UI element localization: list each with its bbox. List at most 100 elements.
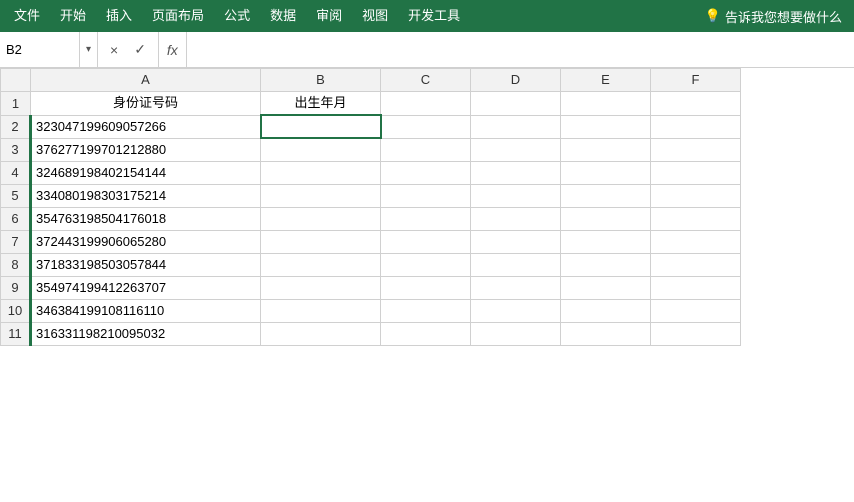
cell-c2[interactable] [381, 115, 471, 138]
cell-e7[interactable] [561, 230, 651, 253]
row-header-4[interactable]: 4 [1, 161, 31, 184]
cell-f6[interactable] [651, 207, 741, 230]
row-header-3[interactable]: 3 [1, 138, 31, 161]
menu-file[interactable]: 文件 [4, 0, 50, 32]
cell-a10[interactable]: 346384199108116110 [31, 299, 261, 322]
cell-d8[interactable] [471, 253, 561, 276]
menu-data[interactable]: 数据 [260, 0, 306, 32]
col-header-b[interactable]: B [261, 69, 381, 92]
cell-c7[interactable] [381, 230, 471, 253]
cell-d3[interactable] [471, 138, 561, 161]
cell-a6[interactable]: 354763198504176018 [31, 207, 261, 230]
cell-d1[interactable] [471, 92, 561, 116]
cell-a9[interactable]: 354974199412263707 [31, 276, 261, 299]
cell-c3[interactable] [381, 138, 471, 161]
cell-c9[interactable] [381, 276, 471, 299]
cell-d7[interactable] [471, 230, 561, 253]
cell-e3[interactable] [561, 138, 651, 161]
cell-a5[interactable]: 334080198303175214 [31, 184, 261, 207]
cell-e6[interactable] [561, 207, 651, 230]
col-header-c[interactable]: C [381, 69, 471, 92]
menu-review[interactable]: 审阅 [306, 0, 352, 32]
row-header-5[interactable]: 5 [1, 184, 31, 207]
row-header-2[interactable]: 2 [1, 115, 31, 138]
formula-input[interactable] [187, 42, 854, 57]
menu-view[interactable]: 视图 [352, 0, 398, 32]
cell-a7[interactable]: 372443199906065280 [31, 230, 261, 253]
cell-f11[interactable] [651, 322, 741, 345]
col-header-a[interactable]: A [31, 69, 261, 92]
cancel-formula-button[interactable]: × [106, 40, 122, 60]
cell-c1[interactable] [381, 92, 471, 116]
cell-f2[interactable] [651, 115, 741, 138]
cell-a1[interactable]: 身份证号码 [31, 92, 261, 116]
row-header-9[interactable]: 9 [1, 276, 31, 299]
cell-f1[interactable] [651, 92, 741, 116]
cell-c4[interactable] [381, 161, 471, 184]
cell-b7[interactable] [261, 230, 381, 253]
cell-e11[interactable] [561, 322, 651, 345]
cell-e8[interactable] [561, 253, 651, 276]
cell-e4[interactable] [561, 161, 651, 184]
menu-insert[interactable]: 插入 [96, 0, 142, 32]
cell-a11[interactable]: 316331198210095032 [31, 322, 261, 345]
cell-b8[interactable] [261, 253, 381, 276]
cell-b11[interactable] [261, 322, 381, 345]
row-header-7[interactable]: 7 [1, 230, 31, 253]
cell-e10[interactable] [561, 299, 651, 322]
cell-b5[interactable] [261, 184, 381, 207]
cell-b10[interactable] [261, 299, 381, 322]
cell-c8[interactable] [381, 253, 471, 276]
cell-b1[interactable]: 出生年月 [261, 92, 381, 116]
cell-d10[interactable] [471, 299, 561, 322]
cell-f3[interactable] [651, 138, 741, 161]
menu-search-area[interactable]: 💡 告诉我您想要做什么 [697, 7, 850, 26]
cell-a4[interactable]: 324689198402154144 [31, 161, 261, 184]
menu-developer[interactable]: 开发工具 [398, 0, 470, 32]
cell-d5[interactable] [471, 184, 561, 207]
cell-b6[interactable] [261, 207, 381, 230]
col-header-f[interactable]: F [651, 69, 741, 92]
cell-b4[interactable] [261, 161, 381, 184]
cell-b3[interactable] [261, 138, 381, 161]
menu-page-layout[interactable]: 页面布局 [142, 0, 214, 32]
cell-a3[interactable]: 376277199701212880 [31, 138, 261, 161]
cell-d11[interactable] [471, 322, 561, 345]
cell-e5[interactable] [561, 184, 651, 207]
cell-f7[interactable] [651, 230, 741, 253]
cell-c10[interactable] [381, 299, 471, 322]
cell-d4[interactable] [471, 161, 561, 184]
cell-e1[interactable] [561, 92, 651, 116]
cell-f10[interactable] [651, 299, 741, 322]
menu-formula[interactable]: 公式 [214, 0, 260, 32]
menu-start[interactable]: 开始 [50, 0, 96, 32]
cell-c11[interactable] [381, 322, 471, 345]
cell-e9[interactable] [561, 276, 651, 299]
cell-ref-dropdown[interactable]: ▾ [80, 32, 98, 67]
cell-c6[interactable] [381, 207, 471, 230]
cell-f8[interactable] [651, 253, 741, 276]
cell-a2[interactable]: 323047199609057266 [31, 115, 261, 138]
cell-f9[interactable] [651, 276, 741, 299]
cell-e2[interactable] [561, 115, 651, 138]
grid-container[interactable]: A B C D E F 1身份证号码出生年月 232304719960905726… [0, 68, 854, 502]
cell-d9[interactable] [471, 276, 561, 299]
cell-f4[interactable] [651, 161, 741, 184]
col-header-e[interactable]: E [561, 69, 651, 92]
row-header-8[interactable]: 8 [1, 253, 31, 276]
confirm-formula-button[interactable]: ✓ [130, 39, 150, 60]
row-header-1[interactable]: 1 [1, 92, 31, 116]
cell-d2[interactable] [471, 115, 561, 138]
row-header-10[interactable]: 10 [1, 299, 31, 322]
cell-a8[interactable]: 371833198503057844 [31, 253, 261, 276]
cell-c5[interactable] [381, 184, 471, 207]
row-header-6[interactable]: 6 [1, 207, 31, 230]
cell-b2[interactable] [261, 115, 381, 138]
cell-d6[interactable] [471, 207, 561, 230]
col-header-d[interactable]: D [471, 69, 561, 92]
cell-b9[interactable] [261, 276, 381, 299]
cell-reference-box[interactable] [0, 32, 80, 67]
row-header-11[interactable]: 11 [1, 322, 31, 345]
cell-f5[interactable] [651, 184, 741, 207]
cell-reference-input[interactable] [6, 42, 66, 57]
